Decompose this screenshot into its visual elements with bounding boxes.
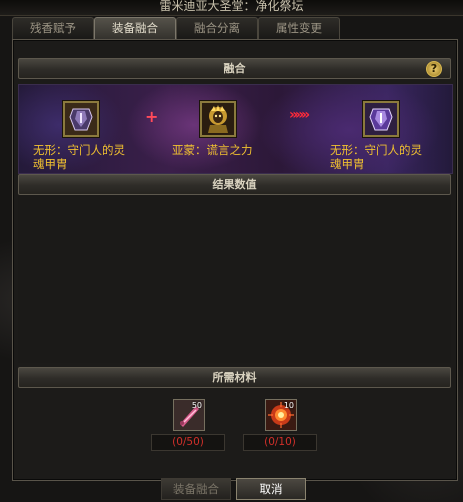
fusion-header: 融合 ? — [18, 58, 451, 79]
amon-power-icon — [202, 103, 234, 135]
result-item-name: 无形：守门人的灵 魂甲胄 — [330, 143, 422, 171]
result-item-name-line2: 魂甲胄 — [330, 157, 365, 171]
fuse-button[interactable]: 装备融合 — [161, 478, 231, 500]
armor-result-icon — [365, 103, 397, 135]
tab-fusion-separation[interactable]: 融合分离 — [176, 17, 258, 39]
material-item-name: 亚蒙：谎言之力 — [172, 143, 253, 157]
source-item-name: 无形：守门人的灵 魂甲胄 — [33, 143, 125, 171]
fusion-showcase: 无形：守门人的灵 魂甲胄 + 亚蒙：谎言之力 »»» 无形：守门人的灵 魂甲胄 — [18, 84, 453, 174]
fusion-header-label: 融合 — [223, 62, 246, 75]
result-item-name-line1: 无形：守门人的灵 — [330, 143, 422, 157]
material-count-crystal: (0/50) — [151, 434, 225, 451]
cancel-button[interactable]: 取消 — [236, 478, 306, 500]
arrow-right-icon: »»» — [289, 107, 310, 123]
result-item-slot[interactable] — [363, 101, 399, 137]
result-header: 结果数值 — [18, 174, 451, 195]
tab-equipment-fusion[interactable]: 装备融合 — [94, 17, 176, 39]
help-icon[interactable]: ? — [426, 61, 442, 77]
window-title: 雷米迪亚大圣堂：净化祭坛 — [0, 0, 463, 16]
material-item-slot[interactable] — [200, 101, 236, 137]
plus-icon: + — [145, 107, 159, 126]
source-item-name-line2: 魂甲胄 — [33, 157, 68, 171]
source-item-name-line1: 无形：守门人的灵 — [33, 143, 125, 157]
fusion-panel: 融合 ? 无形：守门人的灵 魂甲胄 + 亚蒙：谎言之力 »»» 无形：守门人的灵… — [12, 39, 458, 481]
material-slot-orb[interactable]: 10 — [265, 399, 297, 431]
tab-attribute-change[interactable]: 属性变更 — [258, 17, 340, 39]
material-slot-crystal[interactable]: 50 — [173, 399, 205, 431]
armor-icon — [65, 103, 97, 135]
tab-scent-grant[interactable]: 残香赋予 — [12, 17, 94, 39]
material-stack-count: 10 — [283, 401, 294, 410]
source-item-slot[interactable] — [63, 101, 99, 137]
material-stack-count: 50 — [191, 401, 202, 410]
result-values-area — [18, 195, 451, 363]
materials-header: 所需材料 — [18, 367, 451, 388]
material-count-orb: (0/10) — [243, 434, 317, 451]
